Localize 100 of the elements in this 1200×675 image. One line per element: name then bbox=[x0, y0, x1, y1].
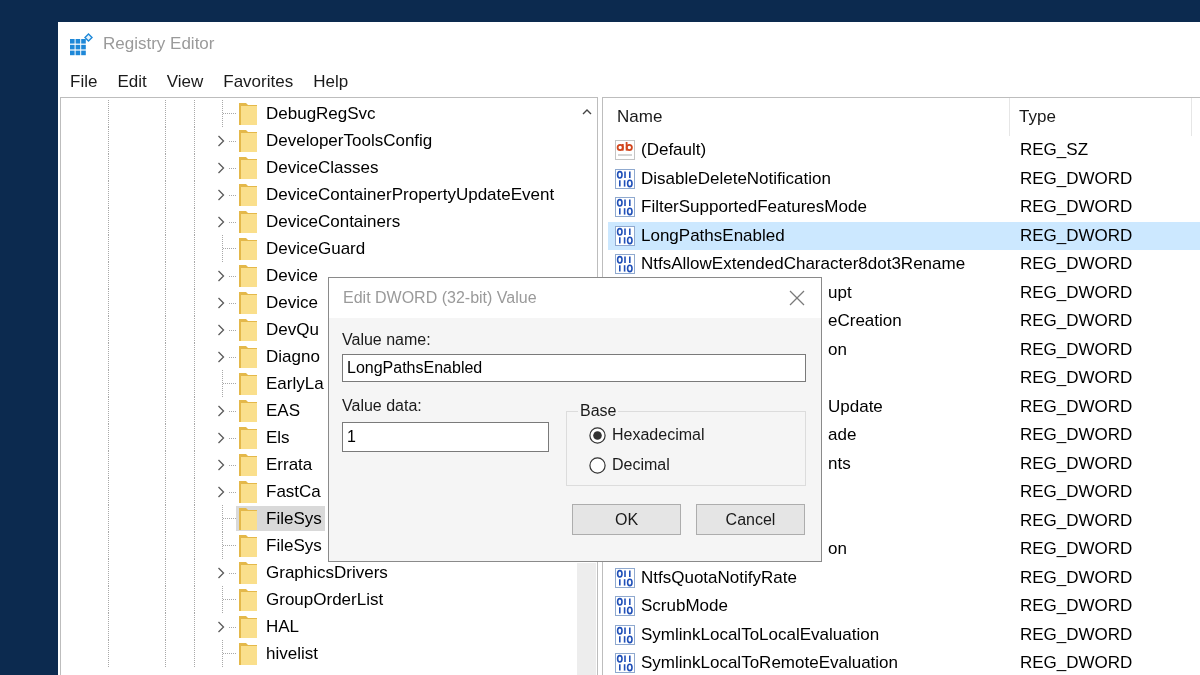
radio-icon[interactable] bbox=[589, 426, 606, 444]
tree-item[interactable]: HAL bbox=[236, 614, 303, 639]
window-title: Registry Editor bbox=[103, 34, 215, 54]
folder-icon bbox=[238, 182, 258, 207]
value-data-field[interactable]: 1 bbox=[342, 422, 549, 452]
chevron-right-icon[interactable] bbox=[217, 350, 236, 363]
tree-item[interactable]: DeviceClasses bbox=[236, 155, 382, 180]
field-label: Value name: bbox=[342, 330, 431, 350]
chevron-up-icon[interactable] bbox=[581, 109, 592, 115]
chevron-right-icon[interactable] bbox=[217, 323, 236, 336]
chevron-right-icon[interactable] bbox=[217, 620, 236, 633]
folder-icon bbox=[238, 371, 258, 396]
value-type: REG_DWORD bbox=[1019, 624, 1133, 645]
chevron-right-icon[interactable] bbox=[217, 485, 236, 498]
tree-item[interactable]: DeviceContainers bbox=[236, 209, 404, 234]
string-value-icon bbox=[614, 139, 636, 162]
value-type: REG_DWORD bbox=[1019, 168, 1133, 189]
folder-icon bbox=[238, 263, 258, 288]
tree-item[interactable]: DevQu bbox=[236, 317, 322, 342]
tree-item[interactable]: hivelist bbox=[236, 641, 321, 666]
value-type: REG_DWORD bbox=[1019, 311, 1133, 332]
value-row[interactable]: (Default) REG_SZ bbox=[608, 136, 1200, 165]
value-name-field[interactable]: LongPathsEnabled bbox=[342, 354, 806, 382]
tree-item[interactable]: GroupOrderList bbox=[236, 587, 387, 612]
value-name: LongPathsEnabled bbox=[641, 225, 785, 246]
value-type: REG_DWORD bbox=[1019, 254, 1133, 275]
value-row[interactable]: NtfsAllowExtendedCharacter8dot3Rename REG_DWORD bbox=[608, 250, 1200, 279]
folder-icon bbox=[238, 128, 258, 153]
chevron-right-icon[interactable] bbox=[217, 134, 236, 147]
value-type: REG_SZ bbox=[1019, 140, 1089, 161]
value-name: SymlinkLocalToRemoteEvaluation bbox=[641, 653, 899, 674]
value-row[interactable]: NtfsQuotaNotifyRate REG_DWORD bbox=[608, 563, 1200, 592]
value-row[interactable]: ScrubMode REG_DWORD bbox=[608, 592, 1200, 621]
folder-icon bbox=[238, 236, 258, 261]
tree-item[interactable]: Diagno bbox=[236, 344, 323, 369]
value-name: (Default) bbox=[641, 140, 707, 161]
value-type: REG_DWORD bbox=[1019, 282, 1133, 303]
value-name: DisableDeleteNotification bbox=[641, 168, 831, 189]
close-icon[interactable] bbox=[789, 290, 805, 306]
tree-item[interactable]: Errata bbox=[236, 452, 316, 477]
tree-item[interactable]: FileSys bbox=[236, 533, 325, 558]
column-header[interactable]: Type bbox=[1010, 98, 1192, 136]
chevron-right-icon[interactable] bbox=[217, 296, 236, 309]
chevron-right-icon[interactable] bbox=[217, 161, 236, 174]
folder-icon bbox=[238, 560, 258, 585]
tree-item[interactable]: FastCa bbox=[236, 479, 324, 504]
tree-item[interactable]: DebugRegSvc bbox=[236, 101, 379, 126]
value-type: REG_DWORD bbox=[1019, 225, 1133, 246]
radio-option[interactable]: Hexadecimal bbox=[589, 420, 705, 450]
radio-option[interactable]: Decimal bbox=[589, 450, 670, 480]
column-header[interactable]: Name bbox=[603, 98, 1010, 136]
value-name: on bbox=[828, 339, 847, 360]
tree-item[interactable]: Els bbox=[236, 425, 293, 450]
chevron-right-icon[interactable] bbox=[217, 431, 236, 444]
folder-icon bbox=[238, 641, 258, 666]
binary-value-icon bbox=[614, 253, 636, 276]
value-type: REG_DWORD bbox=[1019, 596, 1133, 617]
value-name: Update bbox=[828, 396, 883, 417]
tree-item[interactable]: DeviceContainerPropertyUpdateEvent bbox=[236, 182, 558, 207]
tree-item[interactable]: EarlyLa bbox=[236, 371, 327, 396]
folder-icon bbox=[238, 209, 258, 234]
tree-item[interactable]: DeviceGuard bbox=[236, 236, 369, 261]
menu-item[interactable]: File bbox=[60, 69, 108, 94]
chevron-right-icon[interactable] bbox=[217, 269, 236, 282]
dialog-button[interactable]: OK bbox=[572, 504, 681, 535]
field-label: Value data: bbox=[342, 396, 422, 416]
chevron-right-icon[interactable] bbox=[217, 458, 236, 471]
value-type: REG_DWORD bbox=[1019, 339, 1133, 360]
chevron-right-icon[interactable] bbox=[217, 215, 236, 228]
tree-item[interactable]: FileSys bbox=[236, 506, 325, 531]
tree-item[interactable]: DeveloperToolsConfig bbox=[236, 128, 436, 153]
binary-value-icon bbox=[614, 595, 636, 618]
scrollbar-thumb[interactable] bbox=[577, 563, 596, 675]
binary-value-icon bbox=[614, 196, 636, 219]
tree-item[interactable]: EAS bbox=[236, 398, 304, 423]
binary-value-icon bbox=[614, 224, 636, 247]
value-row[interactable]: LongPathsEnabled REG_DWORD bbox=[608, 221, 1200, 250]
value-row[interactable]: SymlinkLocalToRemoteEvaluation REG_DWORD bbox=[608, 649, 1200, 675]
tree-item[interactable]: GraphicsDrivers bbox=[236, 560, 391, 585]
menu-item[interactable]: Edit bbox=[107, 69, 157, 94]
binary-value-icon bbox=[614, 623, 636, 646]
value-row[interactable]: DisableDeleteNotification REG_DWORD bbox=[608, 164, 1200, 193]
menu-item[interactable]: Help bbox=[303, 69, 359, 94]
menu-item[interactable]: View bbox=[156, 69, 214, 94]
folder-icon bbox=[238, 479, 258, 504]
folder-icon bbox=[238, 317, 258, 342]
chevron-right-icon[interactable] bbox=[217, 404, 236, 417]
value-name: NtfsAllowExtendedCharacter8dot3Rename bbox=[641, 254, 966, 275]
dialog-button[interactable]: Cancel bbox=[696, 504, 805, 535]
value-row[interactable]: FilterSupportedFeaturesMode REG_DWORD bbox=[608, 193, 1200, 222]
chevron-right-icon[interactable] bbox=[217, 188, 236, 201]
value-name: ScrubMode bbox=[641, 596, 728, 617]
folder-icon bbox=[238, 506, 258, 531]
tree-item[interactable]: Device bbox=[236, 263, 321, 288]
chevron-right-icon[interactable] bbox=[217, 566, 236, 579]
tree-item[interactable]: Device bbox=[236, 290, 321, 315]
menu-item[interactable]: Favorites bbox=[213, 69, 304, 94]
value-type: REG_DWORD bbox=[1019, 425, 1133, 446]
radio-icon[interactable] bbox=[589, 456, 606, 474]
value-row[interactable]: SymlinkLocalToLocalEvaluation REG_DWORD bbox=[608, 620, 1200, 649]
